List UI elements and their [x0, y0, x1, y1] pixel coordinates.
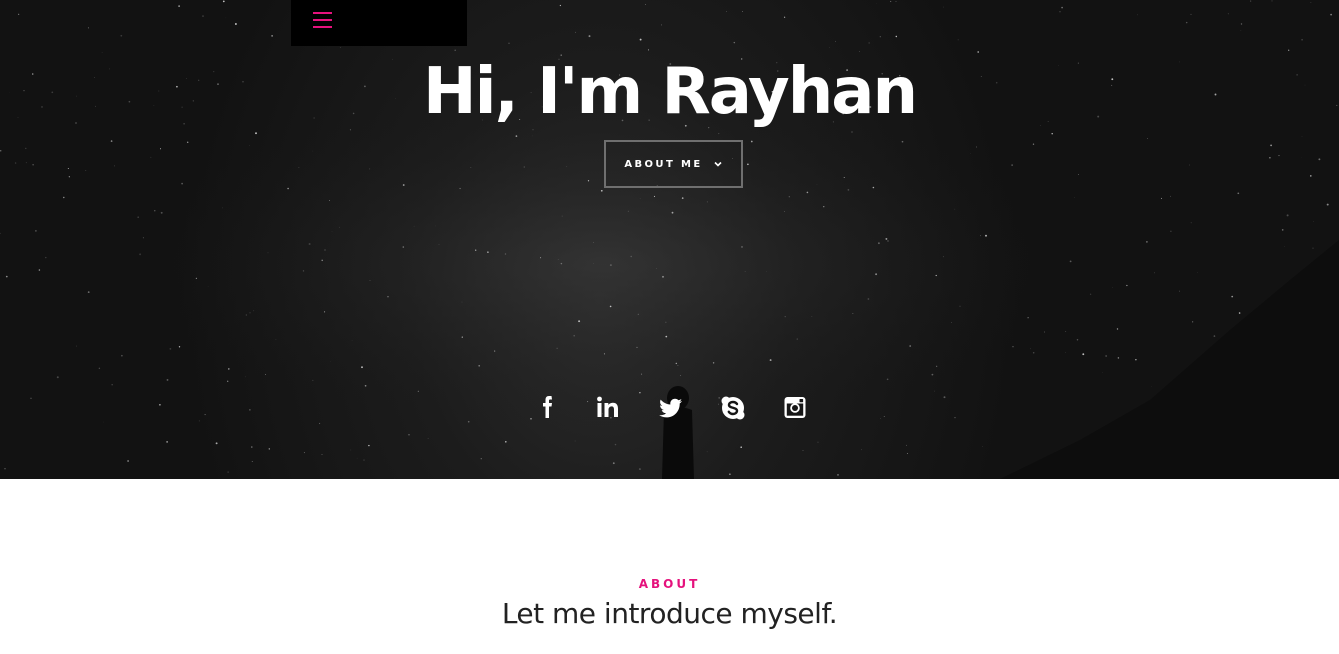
about-me-label: ABOUT ME: [624, 158, 703, 170]
linkedin-icon: [597, 396, 618, 417]
chevron-down-icon: [714, 161, 722, 167]
facebook-icon: [543, 396, 552, 418]
facebook-link[interactable]: [534, 391, 564, 423]
section-heading: Let me introduce myself.: [501, 597, 838, 630]
hamburger-menu-icon: [313, 12, 333, 28]
linkedin-link[interactable]: [593, 391, 623, 423]
skype-link[interactable]: [718, 391, 748, 423]
social-links: [534, 391, 824, 423]
about-section: ABOUT Let me introduce myself.: [0, 479, 1339, 654]
instagram-icon: [784, 397, 806, 418]
twitter-link[interactable]: [656, 391, 686, 423]
hero-title: Hi, I'm Rayhan: [423, 55, 918, 129]
skype-icon: [721, 396, 745, 420]
about-me-button[interactable]: ABOUT ME: [604, 140, 743, 188]
section-eyebrow: ABOUT: [638, 577, 701, 591]
hero-section: Hi, I'm Rayhan ABOUT ME: [0, 0, 1339, 479]
twitter-icon: [659, 398, 682, 418]
instagram-link[interactable]: [780, 391, 810, 423]
menu-toggle-button[interactable]: [291, 0, 467, 46]
